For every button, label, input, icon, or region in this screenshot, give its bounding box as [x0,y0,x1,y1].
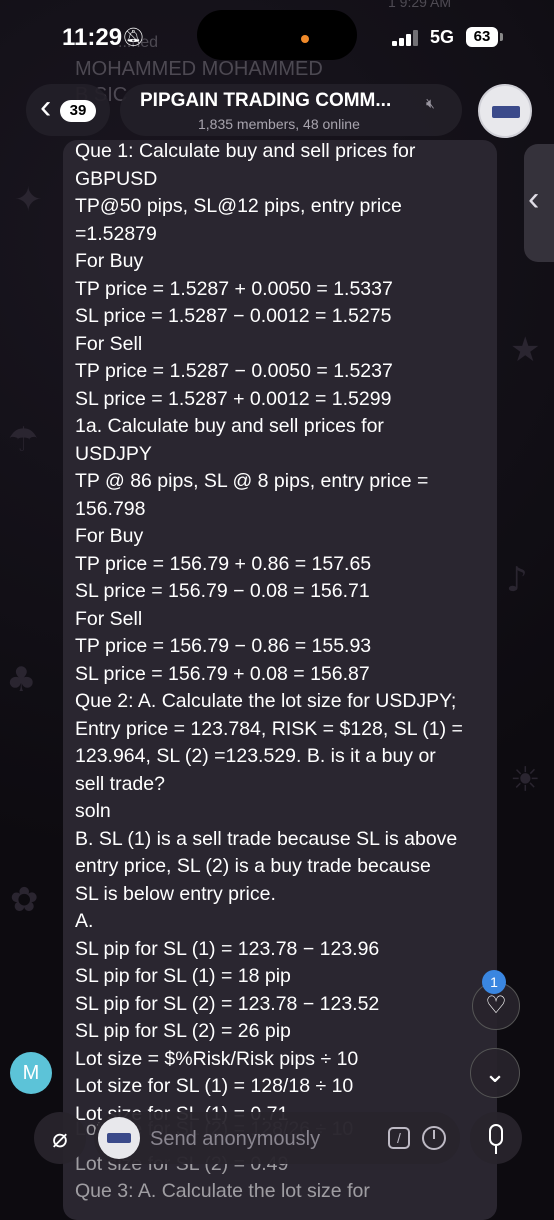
scroll-down-icon[interactable]: ⌄ [470,1048,520,1098]
message-line: TP price = 156.79 + 0.86 = 157.65 [75,552,372,575]
wallpaper-doodle: ☂ [8,420,39,460]
command-icon[interactable]: / [388,1127,410,1149]
message-line: A. [75,910,94,932]
side-panel-chevron-icon[interactable]: ‹ [528,180,539,219]
bell-muted-icon: 🔕︎ [122,27,145,47]
chat-title[interactable]: PIPGAIN TRADING COMM... [140,90,391,112]
message-line: Lot size for SL (1) = 128/18 ÷ 10 [75,1075,354,1097]
message-line: sell trade? [75,772,165,795]
message-line: TP @ 86 pips, SL @ 8 pips, entry price = [75,470,429,492]
message-text: Que 1: Calculate buy and sell prices for… [75,138,487,1128]
attach-icon[interactable]: ⌀ [34,1112,86,1164]
message-line: Que 2: A. Calculate the lot size for USD… [75,690,457,712]
battery-tip [500,33,503,41]
status-bar: 11:29 🔕︎ 5G 63 [0,0,554,74]
battery-icon: 63 [466,27,498,47]
message-line: TP price = 1.5287 − 0.0050 = 1.5237 [75,360,393,382]
message-line: For Buy [75,525,144,547]
message-line: GBPUSD [75,167,158,190]
message-line: B. SL (1) is a sell trade because SL is … [75,827,458,850]
message-line: 1a. Calculate buy and sell prices for [75,415,384,437]
mute-icon: 🔇︎ [426,95,435,111]
message-line: Que 1: Calculate buy and sell prices for [75,140,416,162]
reaction-count-badge: 1 [482,970,506,994]
message-line: SL pip for SL (1) = 123.78 − 123.96 [75,937,380,960]
wallpaper-doodle: ★ [510,330,541,370]
message-input[interactable] [148,1124,382,1154]
message-line: For Buy [75,250,144,272]
message-line: Entry price = 123.784, RISK = $128, SL (… [75,717,463,740]
back-chevron-icon[interactable]: ‹ [40,88,51,127]
message-line: soln [75,800,111,822]
mic-stand [495,1146,497,1154]
unread-count-badge: 39 [60,100,96,122]
message-line: SL price = 156.79 + 0.08 = 156.87 [75,662,370,685]
group-avatar[interactable] [478,84,532,138]
wallpaper-doodle: ✿ [10,880,39,920]
chat-subtitle: 1,835 members, 48 online [198,116,360,132]
wallpaper-doodle: ☀ [510,760,541,800]
message-line: USDJPY [75,442,152,465]
message-line: SL pip for SL (1) = 18 pip [75,965,291,987]
message-line: 123.964, SL (2) =123.529. B. is it a buy… [75,745,436,767]
message-line: SL pip for SL (2) = 26 pip [75,1020,291,1042]
mic-indicator-dot [301,35,309,43]
message-line: SL price = 156.79 − 0.08 = 156.71 [75,580,370,602]
message-line: For Sell [75,332,143,355]
status-time: 11:29 [62,24,123,51]
wallpaper-doodle: ✦ [14,180,43,220]
message-line: SL pip for SL (2) = 123.78 − 123.52 [75,992,380,1015]
message-line: Lot size = $%Risk/Risk pips ÷ 10 [75,1047,359,1070]
signal-icon [392,30,422,46]
message-line: SL price = 1.5287 − 0.0012 = 1.5275 [75,305,392,327]
sender-avatar[interactable]: M [10,1052,52,1094]
message-line: For Sell [75,607,143,630]
message-line: TP@50 pips, SL@12 pips, entry price [75,195,402,217]
dynamic-island [197,10,357,60]
message-line: 156.798 [75,497,146,520]
message-line: SL is below entry price. [75,882,276,905]
message-line: TP price = 1.5287 + 0.0050 = 1.5337 [75,277,393,300]
send-as-avatar[interactable] [98,1117,140,1159]
message-line: =1.52879 [75,222,157,245]
schedule-icon[interactable] [422,1126,446,1150]
message-line: SL price = 1.5287 + 0.0012 = 1.5299 [75,387,392,410]
wallpaper-doodle: ♪ [506,560,528,600]
mic-icon [489,1124,503,1146]
wallpaper-doodle: ♣ [6,660,37,700]
message-line: entry price, SL (2) is a buy trade becau… [75,855,431,877]
network-label: 5G [430,27,455,47]
message-line: TP price = 156.79 − 0.86 = 155.93 [75,635,372,657]
